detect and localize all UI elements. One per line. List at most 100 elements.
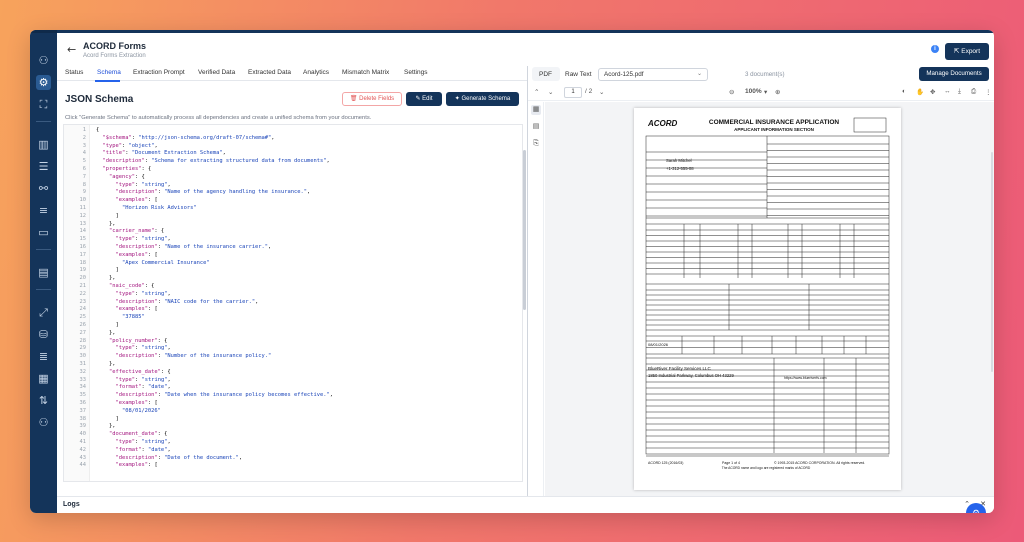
chart-icon[interactable]: ▥: [36, 137, 51, 152]
code-line: 18 "Apex Commercial Insurance": [64, 259, 522, 268]
form-applicant-name: BlueRiver Facility Services LLC: [648, 366, 712, 371]
pdf-page: ACORD COMMERCIAL INSURANCE APPLICATION A…: [634, 108, 901, 490]
document-select[interactable]: Acord-125.pdf ⌄: [598, 68, 708, 81]
code-line: 17 "examples": [: [64, 252, 522, 260]
code-line: 23 "description": "NAIC code for the car…: [64, 299, 522, 307]
scan-icon[interactable]: ⛶: [36, 97, 51, 112]
print-icon[interactable]: ⎙: [971, 88, 976, 96]
tab-status[interactable]: Status: [65, 69, 83, 76]
code-line: 35 "description": "Date when the insuran…: [64, 392, 522, 400]
chevron-down-icon: ⌄: [696, 71, 702, 77]
filter-icon[interactable]: ≡: [36, 203, 51, 218]
back-arrow-icon[interactable]: ←: [67, 43, 76, 56]
code-line: 14 "carrier_name": {: [64, 228, 522, 236]
graph-icon[interactable]: ⚯: [36, 181, 51, 196]
workflow-icon[interactable]: ⚇: [36, 53, 51, 68]
thumbnails-icon[interactable]: ▦: [531, 105, 541, 115]
zoom-level[interactable]: 100%: [745, 88, 762, 95]
line-number: 18: [79, 259, 87, 266]
chevron-up-icon[interactable]: ⌃: [534, 88, 539, 96]
edit-button[interactable]: ✎ Edit: [406, 92, 442, 106]
tab-pdf[interactable]: PDF: [539, 71, 552, 78]
code-text: "37885": [121, 314, 145, 321]
line-number: 42: [79, 446, 87, 453]
download-icon[interactable]: ⤓: [958, 88, 961, 96]
acord-logo-text: ACORD: [647, 119, 678, 128]
code-text: "description": "Name of the agency handl…: [115, 189, 311, 196]
editor-scrollbar[interactable]: [523, 150, 526, 310]
line-number: 10: [79, 197, 87, 204]
export-button[interactable]: ⇱ Export: [945, 43, 989, 60]
line-number: 44: [79, 462, 87, 469]
zoom-in-icon[interactable]: ⊕: [775, 88, 780, 96]
attachment-icon[interactable]: ⎘: [531, 139, 541, 149]
pdf-canvas[interactable]: ACORD COMMERCIAL INSURANCE APPLICATION A…: [545, 102, 994, 500]
code-line: 24 "examples": [: [64, 306, 522, 314]
line-number: 4: [82, 150, 86, 157]
manage-documents-button[interactable]: Manage Documents: [919, 67, 989, 81]
forms-icon[interactable]: ⚙: [36, 75, 51, 90]
edit-label: Edit: [422, 96, 433, 102]
move-icon[interactable]: ✥: [930, 88, 935, 96]
json-code-editor[interactable]: 1{2 "$schema": "http://json-schema.org/d…: [63, 124, 523, 482]
document-count: 3 document(s): [745, 71, 785, 78]
tab-extraction-prompt[interactable]: Extraction Prompt: [133, 69, 185, 76]
document-icon[interactable]: ▤: [36, 265, 51, 280]
more-icon[interactable]: ⋮: [985, 88, 992, 96]
hand-icon[interactable]: ✋: [916, 88, 924, 96]
tasks-icon[interactable]: ☰: [36, 159, 51, 174]
code-text: "$schema": "http://json-schema.org/draft…: [102, 134, 275, 141]
code-line: 37 "08/01/2026": [64, 407, 522, 416]
code-line: 41 "type": "string",: [64, 439, 522, 447]
page-input[interactable]: 1: [564, 87, 582, 98]
zoom-chevron-icon[interactable]: ▾: [764, 88, 767, 96]
tab-schema[interactable]: Schema: [97, 69, 121, 76]
outline-icon[interactable]: ▤: [531, 122, 541, 132]
line-number: 35: [79, 392, 87, 399]
page-chevron-icon[interactable]: ⌄: [599, 88, 604, 96]
code-text: },: [96, 220, 116, 227]
contrast-icon[interactable]: ◐: [902, 88, 906, 95]
delete-fields-button[interactable]: 🗑 Delete Fields: [342, 92, 402, 106]
stack-icon[interactable]: ≣: [36, 349, 51, 364]
tab-settings[interactable]: Settings: [404, 69, 428, 76]
swap-icon[interactable]: ⇅: [36, 393, 51, 408]
tab-extracted-data[interactable]: Extracted Data: [248, 69, 291, 76]
report-icon[interactable]: ▦: [36, 371, 51, 386]
tab-mismatch-matrix[interactable]: Mismatch Matrix: [342, 69, 389, 76]
expand-icon[interactable]: ⤢: [36, 305, 51, 320]
line-number: 13: [79, 220, 87, 227]
document-viewer-panel: PDF Raw Text Acord-125.pdf ⌄ 3 document(s…: [528, 66, 994, 513]
code-line: 43 "description": "Date of the document.…: [64, 454, 522, 463]
logs-bar[interactable]: Logs ⌃ ✕: [57, 496, 994, 513]
viewer-scrollbar[interactable]: [991, 152, 993, 372]
line-number: 24: [79, 306, 87, 313]
main-area: ← ACORD Forms Acord Forms Extraction i ⇱…: [57, 30, 994, 513]
code-line: 20 },: [64, 275, 522, 283]
generate-schema-button[interactable]: ✦ Generate Schema: [446, 92, 519, 106]
line-number: 37: [79, 407, 87, 414]
database-icon[interactable]: ⛁: [36, 327, 51, 342]
info-icon[interactable]: i: [931, 45, 939, 53]
chevron-down-icon[interactable]: ⌄: [548, 88, 553, 96]
line-number: 36: [79, 400, 87, 406]
code-line: 36 "examples": [: [64, 400, 522, 408]
line-number: 32: [79, 368, 87, 375]
line-number: 43: [79, 454, 87, 461]
people-icon[interactable]: ⚇: [36, 415, 51, 430]
window-icon[interactable]: ▭: [36, 225, 51, 240]
code-text: },: [96, 423, 116, 430]
fit-width-icon[interactable]: ↔: [944, 88, 951, 95]
line-number: 30: [79, 353, 87, 360]
tab-raw-text[interactable]: Raw Text: [565, 71, 592, 78]
code-line: 10 "examples": [: [64, 197, 522, 205]
code-text: "format": "date",: [115, 384, 171, 391]
line-number: 2: [82, 134, 86, 141]
code-text: "naic_code": {: [108, 283, 155, 289]
tab-analytics[interactable]: Analytics: [303, 69, 329, 76]
zoom-out-icon[interactable]: ⊖: [729, 88, 734, 96]
code-line: 25 "37885": [64, 314, 522, 322]
tab-bar: Status Schema Extraction Prompt Verified…: [57, 67, 527, 82]
tab-verified-data[interactable]: Verified Data: [198, 69, 235, 76]
code-text: "description": "Schema for extracting st…: [102, 158, 330, 165]
